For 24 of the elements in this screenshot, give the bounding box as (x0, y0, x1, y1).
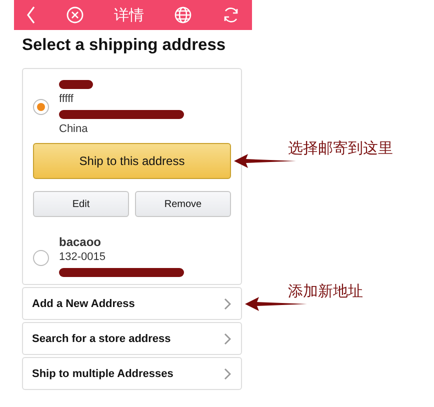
address-line: China (59, 122, 89, 137)
remove-button[interactable]: Remove (135, 191, 231, 217)
edit-button[interactable]: Edit (33, 191, 129, 217)
annotation-text: 选择邮寄到这里 (288, 139, 393, 158)
menu-row[interactable]: Add a New Address (22, 287, 242, 320)
close-icon[interactable] (66, 6, 84, 24)
menu-row[interactable]: Search for a store address (22, 322, 242, 355)
chevron-icon (224, 332, 231, 344)
address-line: fffff (59, 92, 74, 107)
ship-button[interactable]: Ship to this address (33, 143, 231, 179)
menu-row[interactable]: Ship to multiple Addresses (22, 357, 242, 390)
globe-icon[interactable] (174, 6, 192, 24)
radio-button[interactable] (33, 250, 49, 266)
page-heading: Select a shipping address (22, 36, 227, 55)
back-icon[interactable] (26, 6, 36, 24)
refresh-icon[interactable] (222, 6, 240, 24)
address-line: 132-0015 (59, 250, 106, 265)
radio-button[interactable] (33, 99, 49, 115)
chevron-icon (224, 298, 231, 310)
recipient-name: bacaoo (59, 235, 102, 250)
chevron-icon (224, 368, 231, 380)
page-title: 详情 (114, 6, 144, 24)
annotation-text: 添加新地址 (288, 282, 363, 300)
redaction-mark (59, 80, 93, 89)
